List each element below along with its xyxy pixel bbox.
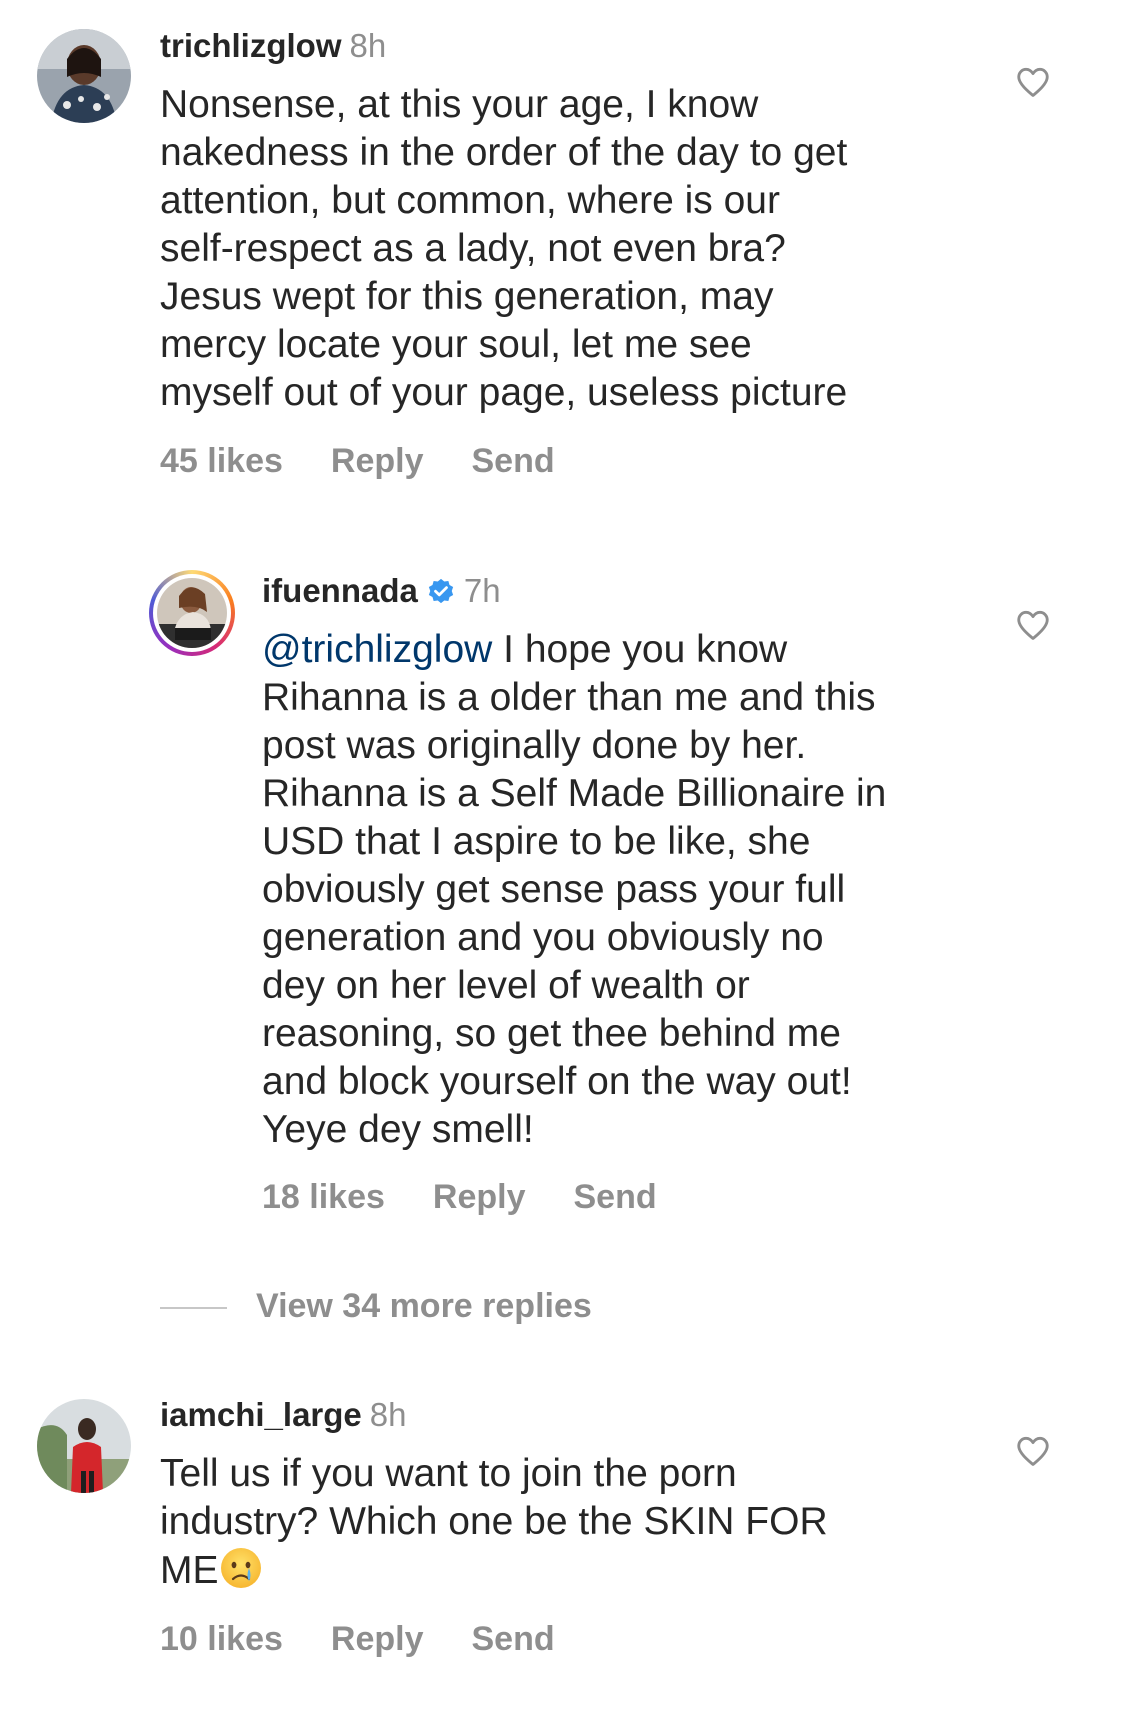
comment-line: @trichlizglow I hope you know bbox=[262, 626, 886, 674]
comment-line: nakedness in the order of the day to get bbox=[160, 131, 848, 174]
comment-line-text: ME bbox=[160, 1549, 219, 1592]
comment-line: USD that I aspire to be like, she bbox=[262, 820, 811, 863]
timestamp: 8h bbox=[349, 27, 387, 64]
comment-line: reasoning, so get thee behind me bbox=[262, 1012, 841, 1055]
comment-line: Nonsense, at this your age, I know bbox=[160, 83, 759, 126]
comment-header: iamchi_large 8h bbox=[160, 1395, 407, 1435]
timestamp: 8h bbox=[369, 1396, 407, 1433]
comment-header: ifuennada 7h bbox=[262, 571, 501, 611]
comment-line: Rihanna is a older than me and this bbox=[262, 676, 876, 719]
heart-outline-icon[interactable] bbox=[1014, 63, 1052, 101]
comment-line-rest: I hope you know bbox=[492, 628, 788, 671]
comment-line: Jesus wept for this generation, may bbox=[160, 275, 774, 318]
comment-actions: 10 likes Reply Send bbox=[160, 1620, 603, 1659]
comment-line: dey on her level of wealth or bbox=[262, 964, 750, 1007]
send-button[interactable]: Send bbox=[471, 442, 554, 481]
comment-line: generation and you obviously no bbox=[262, 916, 824, 959]
username[interactable]: ifuennada bbox=[262, 572, 418, 609]
heart-outline-icon[interactable] bbox=[1014, 1432, 1052, 1470]
comment-actions: 45 likes Reply Send bbox=[160, 442, 603, 481]
comment-line: mercy locate your soul, let me see bbox=[160, 323, 752, 366]
comment-text: Tell us if you want to join the porn ind… bbox=[160, 1450, 828, 1595]
comment-line: post was originally done by her. bbox=[262, 724, 807, 767]
reply-button[interactable]: Reply bbox=[331, 442, 424, 481]
username[interactable]: trichlizglow bbox=[160, 27, 342, 64]
comment-text: Nonsense, at this your age, I know naked… bbox=[160, 81, 847, 417]
timestamp: 7h bbox=[463, 572, 501, 609]
heart-outline-icon[interactable] bbox=[1014, 606, 1052, 644]
comment-line: and block yourself on the way out! bbox=[262, 1060, 852, 1103]
comment-line: obviously get sense pass your full bbox=[262, 868, 846, 911]
comment-actions: 18 likes Reply Send bbox=[262, 1178, 705, 1217]
comment-line: industry? Which one be the SKIN FOR bbox=[160, 1500, 828, 1543]
send-button[interactable]: Send bbox=[471, 1620, 554, 1659]
reply-button[interactable]: Reply bbox=[433, 1178, 526, 1217]
likes-count[interactable]: 45 likes bbox=[160, 442, 283, 481]
likes-count[interactable]: 18 likes bbox=[262, 1178, 385, 1217]
view-more-replies-button[interactable]: View 34 more replies bbox=[256, 1287, 592, 1326]
avatar[interactable] bbox=[37, 29, 131, 123]
view-replies-divider bbox=[160, 1307, 227, 1309]
mention-link[interactable]: @trichlizglow bbox=[262, 628, 492, 671]
verified-badge-icon bbox=[428, 578, 453, 604]
comment-header: trichlizglow 8h bbox=[160, 26, 386, 66]
likes-count[interactable]: 10 likes bbox=[160, 1620, 283, 1659]
avatar-story-ring[interactable] bbox=[149, 570, 235, 656]
username[interactable]: iamchi_large bbox=[160, 1396, 362, 1433]
comment-line: attention, but common, where is our bbox=[160, 179, 780, 222]
comment-text: @trichlizglow I hope you know Rihanna is… bbox=[262, 626, 886, 1154]
crying-face-emoji bbox=[220, 1548, 261, 1588]
comment-line: myself out of your page, useless picture bbox=[160, 371, 848, 414]
comment-line: Rihanna is a Self Made Billionaire in bbox=[262, 772, 887, 815]
comment-line: self-respect as a lady, not even bra? bbox=[160, 227, 786, 270]
comment-line: ME bbox=[160, 1546, 828, 1595]
send-button[interactable]: Send bbox=[573, 1178, 656, 1217]
avatar bbox=[157, 578, 227, 648]
comment-line: Tell us if you want to join the porn bbox=[160, 1452, 737, 1495]
comment-line: Yeye dey smell! bbox=[262, 1108, 534, 1151]
avatar[interactable] bbox=[37, 1399, 131, 1493]
reply-button[interactable]: Reply bbox=[331, 1620, 424, 1659]
